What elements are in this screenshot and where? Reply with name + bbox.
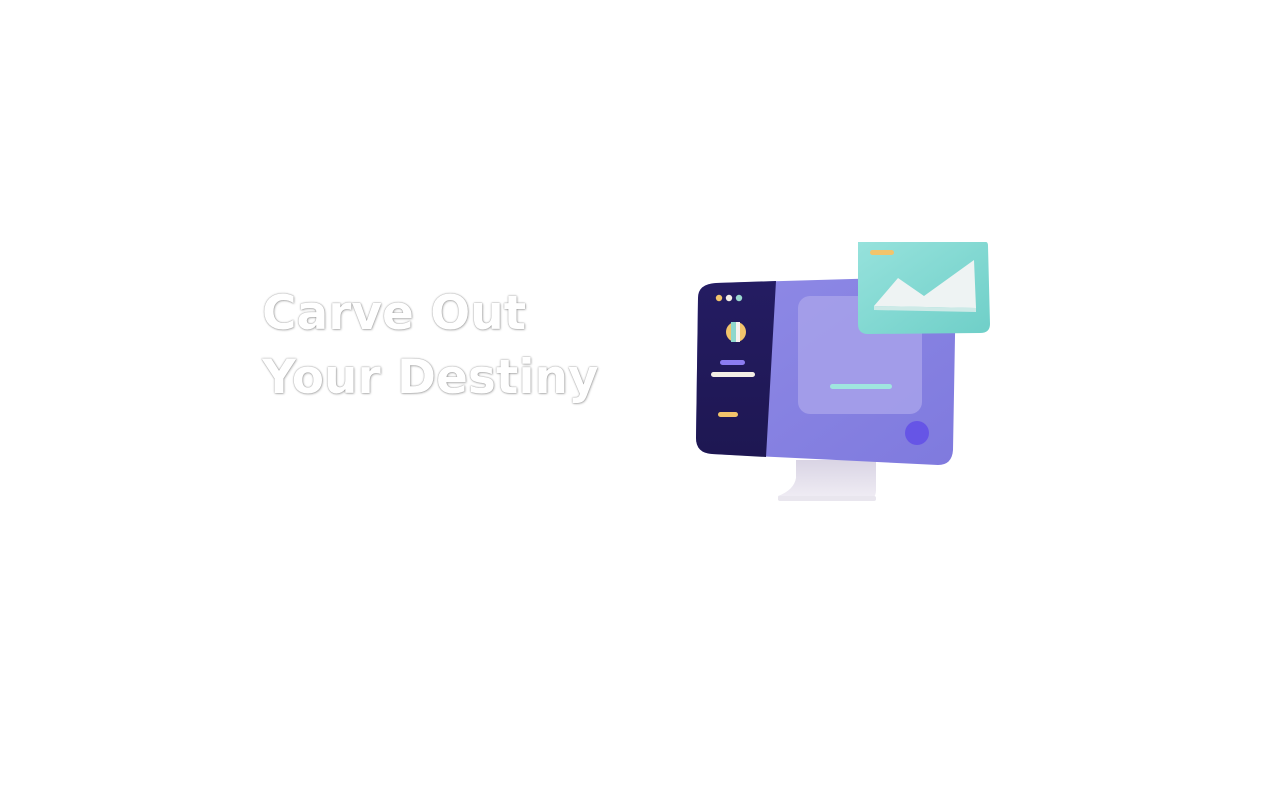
window-dot-1	[715, 294, 723, 302]
hero-section: Carve Out Your Destiny	[0, 0, 1280, 800]
headline-line-2: Your Destiny	[262, 350, 599, 405]
sidebar-bar-3	[718, 412, 738, 417]
sidebar-bar-2	[711, 372, 755, 377]
headline-line-1: Carve Out	[262, 286, 527, 341]
window-dot-3	[735, 294, 743, 302]
monitor-stand	[778, 460, 876, 501]
hero-headline: Carve Out Your Destiny	[262, 282, 599, 410]
computer-illustration	[696, 242, 990, 501]
sidebar-bar-1	[720, 360, 745, 365]
screen-sidebar	[696, 281, 776, 457]
image-card-icon	[858, 242, 990, 334]
accent-dot	[905, 421, 929, 445]
avatar-icon	[726, 322, 746, 342]
content-bar	[830, 384, 892, 389]
window-dot-2	[725, 294, 733, 302]
